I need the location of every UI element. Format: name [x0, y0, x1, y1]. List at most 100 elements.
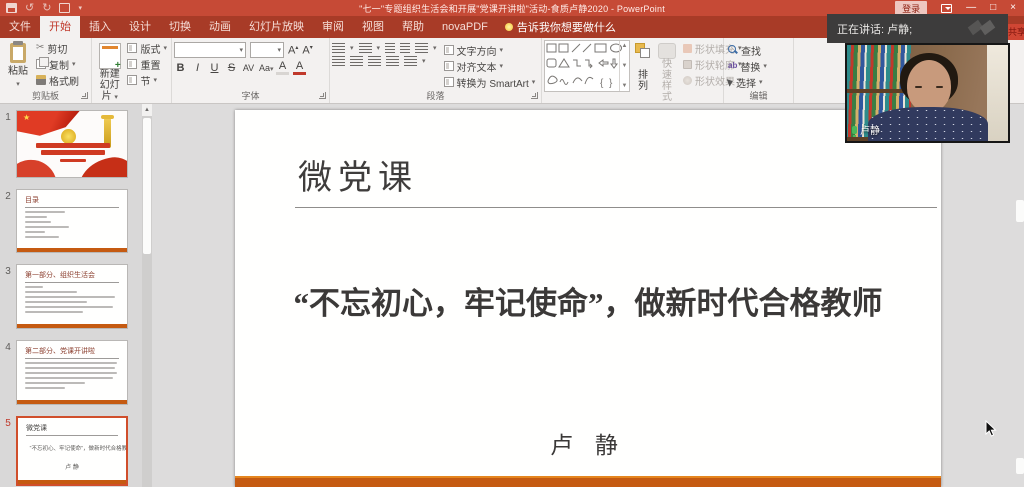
increase-indent-icon[interactable] — [400, 43, 411, 53]
tab-help[interactable]: 帮助 — [393, 16, 433, 38]
italic-button[interactable]: I — [191, 62, 204, 74]
align-text-button[interactable]: 对齐文本 ▾ — [442, 58, 538, 74]
strikethrough-button[interactable]: S — [225, 62, 238, 74]
slide-body-text[interactable]: “不忘初心，牢记使命”，做新时代合格教师 — [235, 278, 941, 323]
shapes-gallery[interactable]: { } ▲ ▼ ▼ — [544, 40, 630, 92]
customize-qat-icon[interactable]: ▾ — [78, 4, 82, 12]
ribbon-display-options-icon[interactable] — [941, 3, 953, 13]
participant-name-tag: 卢静 — [852, 122, 880, 137]
cut-button[interactable]: ✂ 剪切 — [34, 40, 81, 56]
format-painter-button[interactable]: 格式刷 — [34, 72, 81, 88]
gallery-scrollbar[interactable]: ▲ ▼ ▼ — [619, 41, 629, 91]
section-button[interactable]: 节 ▾ — [125, 72, 169, 88]
webcam-video-tile[interactable]: 卢静 — [845, 43, 1010, 143]
slide-3-thumbnail[interactable]: 第一部分、组织生活会 — [16, 264, 128, 329]
minimize-button[interactable]: — — [966, 1, 976, 15]
mouse-cursor — [985, 419, 997, 443]
gallery-down-icon[interactable]: ▼ — [622, 63, 628, 69]
character-spacing-button[interactable]: AV — [242, 63, 255, 73]
align-right-icon[interactable] — [368, 56, 381, 66]
gallery-up-icon[interactable]: ▲ — [622, 43, 628, 49]
new-slide-icon — [98, 43, 121, 71]
convert-smartart-button[interactable]: 转换为 SmartArt ▾ — [442, 74, 538, 90]
underline-button[interactable]: U — [208, 62, 221, 74]
tab-transitions[interactable]: 切换 — [160, 16, 200, 38]
tab-home[interactable]: 开始 — [40, 16, 80, 38]
slide-5-thumbnail-selected[interactable]: 微党课 “不忘初心、牢记使命”，做新时代合格教师 卢 静 — [16, 416, 128, 486]
workspace: 1 ★ 2 目录 3 第一部分、组织生活会 4 第二部分、党课开讲啦 5 微党课… — [0, 104, 1024, 487]
text-direction-icon — [443, 45, 454, 55]
numbering-icon[interactable] — [358, 43, 372, 53]
svg-text:{: { — [600, 78, 604, 89]
slide-title[interactable]: 微党课 — [298, 150, 418, 199]
slide-4-thumbnail[interactable]: 第二部分、党课开讲啦 — [16, 340, 128, 405]
paste-button[interactable]: 粘贴 ▾ — [2, 40, 34, 90]
slide-1-thumbnail[interactable]: ★ — [16, 110, 128, 178]
align-center-icon[interactable] — [350, 56, 363, 66]
dialog-launcher-icon[interactable] — [531, 92, 538, 99]
tab-slideshow[interactable]: 幻灯片放映 — [240, 16, 313, 38]
eye — [936, 86, 944, 89]
text-shadow-button[interactable]: A — [276, 60, 289, 75]
decrease-indent-icon[interactable] — [385, 43, 396, 53]
tab-insert[interactable]: 插入 — [80, 16, 120, 38]
microphone-icon — [852, 125, 857, 137]
slide-author-text[interactable]: 卢 静 — [235, 426, 941, 460]
group-paragraph: ▾ ▾ ▾ ▾ 文字方向 ▾ 对齐文本 ▾ 转换为 SmartArt ▾ 段落 — [330, 38, 542, 103]
new-slide-button[interactable]: 新建 幻灯片 ▾ — [94, 40, 125, 105]
slide-accent-bar — [235, 476, 941, 487]
justify-icon[interactable] — [386, 56, 399, 66]
slide-2-thumbnail[interactable]: 目录 — [16, 189, 128, 253]
layout-button[interactable]: 版式 ▾ — [125, 40, 169, 56]
columns-icon[interactable] — [404, 56, 417, 66]
dialog-launcher-icon[interactable] — [319, 92, 326, 99]
font-name-combobox[interactable]: ▾ — [174, 42, 246, 58]
replace-button[interactable]: ab 替换 ▾ — [726, 58, 791, 74]
undo-icon[interactable]: ↺ — [25, 3, 34, 14]
share-button-fragment[interactable]: 共享 — [1008, 24, 1024, 40]
thumbnail-row: 1 ★ — [0, 110, 152, 178]
redo-icon[interactable]: ↻ — [42, 3, 51, 14]
tab-view[interactable]: 视图 — [353, 16, 393, 38]
tab-file[interactable]: 文件 — [0, 16, 40, 38]
gallery-more-icon[interactable]: ▼ — [622, 83, 628, 89]
copy-button[interactable]: 复制 ▾ — [34, 56, 81, 72]
quick-styles-button[interactable]: 快速样式 ▾ — [656, 40, 678, 113]
dialog-launcher-icon[interactable] — [81, 92, 88, 99]
tab-design[interactable]: 设计 — [120, 16, 160, 38]
thumbnail-scrollbar[interactable]: ▲ — [142, 104, 152, 487]
slide-number: 2 — [5, 191, 11, 202]
align-left-icon[interactable] — [332, 56, 345, 66]
tab-animations[interactable]: 动画 — [200, 16, 240, 38]
maximize-button[interactable]: □ — [990, 1, 996, 15]
change-case-button[interactable]: Aa▾ — [259, 63, 274, 73]
save-icon[interactable] — [6, 3, 17, 13]
tab-review[interactable]: 审阅 — [313, 16, 353, 38]
grow-font-icon[interactable]: A▴ — [288, 44, 298, 56]
font-color-button[interactable]: A — [293, 60, 306, 75]
tab-novapdf[interactable]: novaPDF — [433, 16, 497, 38]
thumb-body-text: “不忘初心、牢记使命”，做新时代合格教师 — [29, 446, 128, 452]
slide-canvas[interactable]: 微党课 “不忘初心，牢记使命”，做新时代合格教师 卢 静 — [235, 110, 941, 487]
bold-button[interactable]: B — [174, 62, 187, 74]
reset-button[interactable]: 重置 — [125, 56, 169, 72]
select-button[interactable]: 选择 ▾ — [726, 74, 791, 90]
text-direction-button[interactable]: 文字方向 ▾ — [442, 42, 538, 58]
copy-icon — [36, 57, 49, 69]
find-button[interactable]: 查找 — [726, 42, 791, 58]
start-slideshow-icon[interactable] — [59, 3, 71, 13]
shape-glyphs: { } — [546, 43, 622, 89]
scrollbar-thumb[interactable] — [143, 118, 151, 254]
arrange-button[interactable]: 排列 ▾ — [633, 40, 653, 113]
arrange-icon — [635, 43, 651, 59]
font-size-combobox[interactable]: ▾ — [250, 42, 284, 58]
thumb-title: 微党课 — [26, 425, 47, 432]
editor-scrollbar-thumb[interactable] — [1016, 200, 1024, 222]
editor-scrollbar-button[interactable] — [1016, 458, 1024, 474]
shrink-font-icon[interactable]: A▾ — [302, 44, 312, 56]
bullets-icon[interactable] — [332, 43, 345, 53]
tell-me-box[interactable]: 告诉我你想要做什么 — [497, 16, 624, 38]
close-button[interactable]: × — [1010, 1, 1016, 15]
line-spacing-icon[interactable] — [415, 43, 429, 53]
scroll-up-icon[interactable]: ▲ — [142, 104, 152, 116]
